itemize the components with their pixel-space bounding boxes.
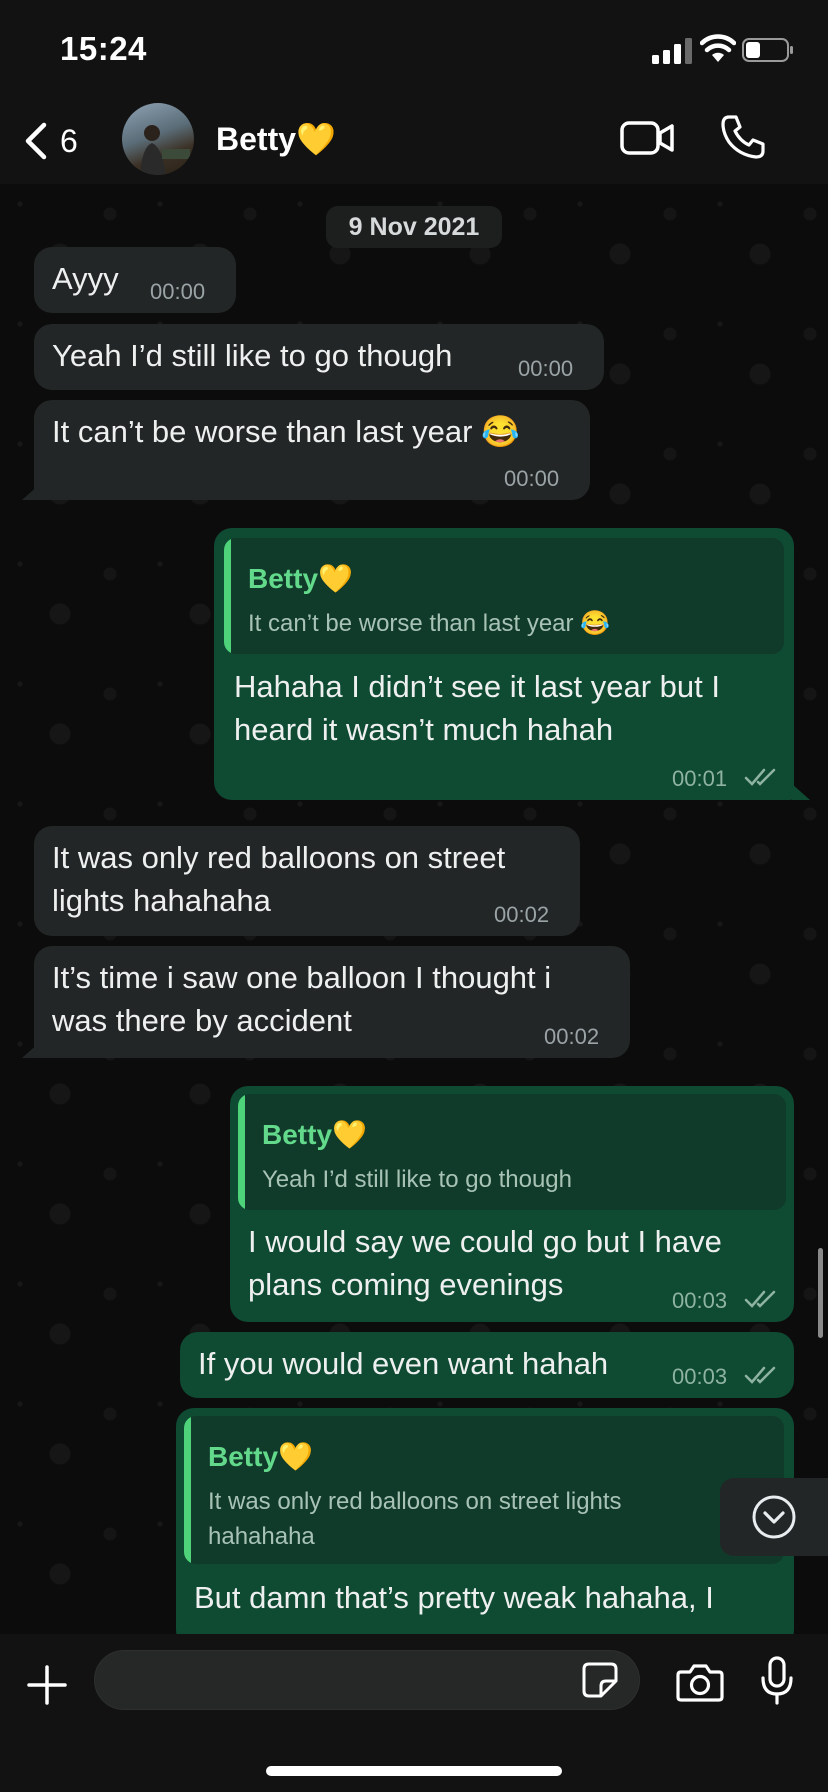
message-text: If you would even want hahah xyxy=(198,1346,609,1381)
chevron-down-icon xyxy=(752,1495,796,1539)
quote-text: Yeah I’d still like to go though xyxy=(262,1166,572,1193)
avatar-photo xyxy=(140,125,190,175)
message-text: Ayyy xyxy=(52,261,119,296)
message-text: Yeah I’d still like to go though xyxy=(52,338,453,373)
wifi-icon xyxy=(700,34,736,62)
message-text: But damn that’s pretty weak hahaha, I xyxy=(194,1580,714,1615)
bubble-tail xyxy=(22,1042,40,1058)
chat-header: 6 Betty💛 xyxy=(0,100,828,184)
outgoing-message[interactable]: If you would even want hahah 00:03 xyxy=(180,1332,794,1398)
camera-icon[interactable] xyxy=(676,1662,724,1702)
message-text: It was only red balloons on street xyxy=(52,840,506,875)
outgoing-message[interactable]: Betty💛 It can’t be worse than last year … xyxy=(214,528,794,800)
avatar[interactable] xyxy=(122,103,194,175)
quote-text: It was only red balloons on street light… xyxy=(208,1488,622,1515)
message-text: lights hahahaha xyxy=(52,883,271,918)
quoted-message[interactable]: Betty💛 It was only red balloons on stree… xyxy=(184,1416,784,1564)
quoted-message[interactable]: Betty💛 Yeah I’d still like to go though xyxy=(238,1094,786,1210)
microphone-icon[interactable] xyxy=(760,1656,794,1706)
message-time: 00:03 xyxy=(672,1364,728,1389)
plus-icon[interactable] xyxy=(26,1664,68,1706)
double-check-icon xyxy=(744,1366,776,1384)
message-time: 00:00 xyxy=(518,356,574,381)
double-check-icon xyxy=(744,768,776,786)
message-time: 00:01 xyxy=(672,766,728,791)
message-text: It can’t be worse than last year 😂 xyxy=(52,414,520,449)
bubble-tail xyxy=(792,784,810,800)
status-time: 15:24 xyxy=(60,30,147,67)
message-time: 00:03 xyxy=(672,1288,728,1313)
message-time: 00:02 xyxy=(494,902,550,927)
quote-author: Betty💛 xyxy=(262,1119,367,1150)
message-text: plans coming evenings xyxy=(248,1267,564,1302)
quote-accent-bar xyxy=(184,1416,191,1564)
incoming-message[interactable]: Yeah I’d still like to go though 00:00 xyxy=(34,324,604,390)
message-text: Hahaha I didn’t see it last year but I xyxy=(234,669,720,704)
back-button[interactable]: 6 xyxy=(22,116,78,166)
back-chevron-icon xyxy=(25,122,47,160)
quote-text: hahahaha xyxy=(208,1523,315,1550)
message-text: heard it wasn’t much hahah xyxy=(234,712,614,747)
scroll-indicator[interactable] xyxy=(818,1248,823,1338)
quote-accent-bar xyxy=(238,1094,245,1210)
incoming-message[interactable]: It can’t be worse than last year 😂 00:00 xyxy=(34,400,590,500)
date-separator: 9 Nov 2021 xyxy=(326,206,502,248)
message-input[interactable] xyxy=(94,1650,640,1710)
status-bar: 15:24 xyxy=(0,0,828,100)
home-indicator[interactable] xyxy=(266,1766,562,1776)
message-time: 00:00 xyxy=(150,279,206,304)
incoming-message[interactable]: It was only red balloons on street light… xyxy=(34,826,580,936)
bubble-tail xyxy=(22,484,40,500)
message-text: I would say we could go but I have xyxy=(248,1224,722,1259)
cellular-signal-icon xyxy=(652,38,692,64)
message-text: was there by accident xyxy=(52,1003,352,1038)
outgoing-message[interactable]: Betty💛 It was only red balloons on stree… xyxy=(176,1408,794,1648)
quoted-message[interactable]: Betty💛 It can’t be worse than last year … xyxy=(224,538,784,654)
double-check-icon xyxy=(744,1290,776,1308)
battery-icon xyxy=(742,38,793,62)
outgoing-message[interactable]: Betty💛 Yeah I’d still like to go though … xyxy=(230,1086,794,1322)
incoming-message[interactable]: It’s time i saw one balloon I thought i … xyxy=(34,946,630,1058)
contact-name[interactable]: Betty💛 xyxy=(216,120,336,158)
quote-text: It can’t be worse than last year 😂 xyxy=(248,610,611,637)
message-time: 00:02 xyxy=(544,1024,600,1049)
scroll-to-bottom-button[interactable] xyxy=(720,1478,828,1556)
quote-author: Betty💛 xyxy=(248,563,353,594)
video-call-icon[interactable] xyxy=(620,118,674,158)
incoming-message[interactable]: Ayyy 00:00 xyxy=(34,247,236,313)
unread-count: 6 xyxy=(60,122,78,159)
message-text: It’s time i saw one balloon I thought i xyxy=(52,960,552,995)
phone-icon[interactable] xyxy=(720,114,766,160)
sticker-icon[interactable] xyxy=(581,1661,619,1699)
message-time: 00:00 xyxy=(504,466,560,491)
quote-author: Betty💛 xyxy=(208,1441,313,1472)
quote-accent-bar xyxy=(224,538,231,654)
